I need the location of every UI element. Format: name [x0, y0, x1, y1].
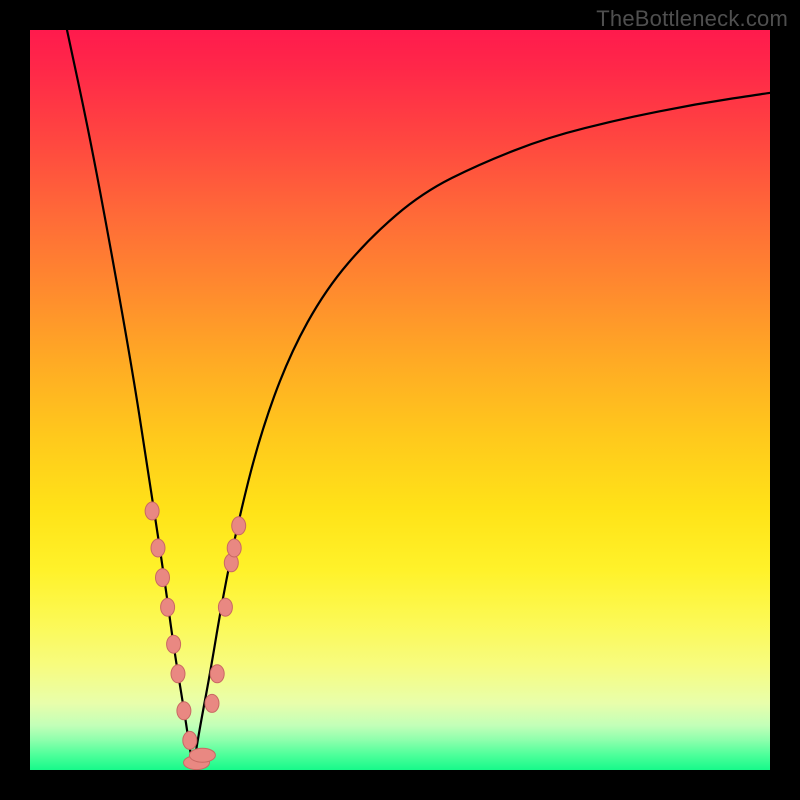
sample-dot: [189, 748, 215, 762]
watermark-text: TheBottleneck.com: [596, 6, 788, 32]
sample-dot: [210, 665, 224, 683]
plot-area: [30, 30, 770, 770]
sample-dot: [171, 665, 185, 683]
sample-dot: [151, 539, 165, 557]
sample-dot: [205, 694, 219, 712]
sample-dot: [161, 598, 175, 616]
sample-dot: [145, 502, 159, 520]
sample-dot: [177, 702, 191, 720]
sample-dot: [227, 539, 241, 557]
sample-dot: [183, 731, 197, 749]
chart-frame: TheBottleneck.com: [0, 0, 800, 800]
sample-dots-layer: [30, 30, 770, 770]
sample-dot: [232, 517, 246, 535]
sample-dot: [218, 598, 232, 616]
sample-dot: [167, 635, 181, 653]
sample-dot: [156, 569, 170, 587]
